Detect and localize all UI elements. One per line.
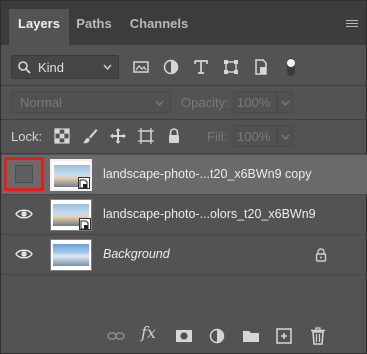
filter-kind-label: Kind	[38, 60, 65, 75]
lock-transparent-pixels-icon[interactable]	[53, 127, 71, 145]
opacity-label: Opacity:	[181, 95, 229, 110]
layers-list: landscape-photo-...t20_x6BWn9 copy lands…	[2, 155, 367, 315]
tab-layers[interactable]: Layers	[9, 9, 69, 45]
blend-mode-label: Normal	[20, 95, 62, 110]
smart-object-badge-icon	[78, 177, 90, 189]
group-folder-icon[interactable]	[241, 327, 261, 345]
divider	[1, 119, 366, 120]
chevron-down-icon	[155, 100, 164, 106]
layer-row[interactable]: Background	[2, 235, 367, 275]
adjustment-filter-icon[interactable]	[161, 57, 181, 77]
layer-mask-icon[interactable]	[174, 327, 194, 345]
chevron-down-icon	[103, 64, 112, 70]
opacity-input[interactable]: 100%	[233, 91, 277, 113]
chevron-down-icon	[281, 100, 290, 106]
fill-dropdown[interactable]	[277, 125, 293, 147]
smart-object-badge-icon	[79, 218, 91, 230]
divider	[1, 85, 366, 86]
blend-row: Normal Opacity: 100%	[11, 91, 359, 113]
fill-label: Fill:	[207, 129, 228, 144]
smart-object-filter-icon[interactable]	[251, 57, 271, 77]
visibility-toggle[interactable]	[4, 235, 44, 275]
lock-icon[interactable]	[315, 248, 327, 262]
type-filter-icon[interactable]	[191, 57, 211, 77]
layer-row[interactable]: landscape-photo-...t20_x6BWn9 copy	[2, 155, 367, 195]
lock-position-icon[interactable]	[109, 127, 127, 145]
panel-menu-icon[interactable]	[346, 20, 358, 28]
tab-paths[interactable]: Paths	[71, 9, 117, 45]
eye-icon	[15, 209, 33, 219]
lock-artboard-icon[interactable]	[137, 127, 155, 145]
panel-tab-bar: Layers Paths Channels	[1, 1, 366, 45]
divider	[1, 153, 366, 154]
red-highlight-box	[4, 157, 44, 191]
layer-name[interactable]: landscape-photo-...olors_t20_x6BWn9	[103, 207, 316, 221]
lock-row: Lock: Fill: 100%	[11, 125, 359, 147]
search-icon	[18, 61, 31, 74]
adjustment-layer-icon[interactable]	[207, 327, 227, 345]
eye-icon	[15, 249, 33, 259]
lock-label: Lock:	[11, 129, 43, 144]
blend-mode-select[interactable]: Normal	[11, 91, 171, 113]
shape-filter-icon[interactable]	[221, 57, 241, 77]
image-filter-icon[interactable]	[131, 57, 151, 77]
layer-filter-row: Kind	[11, 55, 359, 79]
fill-input[interactable]: 100%	[233, 125, 277, 147]
layer-thumbnail[interactable]	[50, 159, 92, 191]
fx-icon[interactable]: fx	[141, 323, 156, 342]
layer-row[interactable]: landscape-photo-...olors_t20_x6BWn9	[2, 195, 367, 235]
filter-toggle-icon[interactable]	[281, 57, 301, 77]
filter-kind-select[interactable]: Kind	[11, 55, 119, 79]
layer-name[interactable]: landscape-photo-...t20_x6BWn9 copy	[103, 167, 311, 181]
lock-all-icon[interactable]	[165, 127, 183, 145]
lock-image-pixels-icon[interactable]	[81, 127, 99, 145]
link-layers-icon[interactable]	[106, 327, 126, 345]
new-layer-icon[interactable]	[274, 327, 294, 345]
trash-icon[interactable]	[308, 327, 328, 345]
layers-bottom-toolbar: fx	[1, 319, 366, 353]
background-thumbnail-image	[53, 244, 89, 266]
layer-name[interactable]: Background	[103, 247, 170, 261]
visibility-toggle[interactable]	[4, 195, 44, 235]
layer-thumbnail[interactable]	[50, 239, 92, 271]
chevron-down-icon	[281, 134, 290, 140]
tab-channels[interactable]: Channels	[125, 9, 193, 45]
layers-panel: Layers Paths Channels Kind Normal Opacit…	[0, 0, 367, 354]
opacity-dropdown[interactable]	[277, 91, 293, 113]
layer-thumbnail[interactable]	[50, 199, 92, 231]
